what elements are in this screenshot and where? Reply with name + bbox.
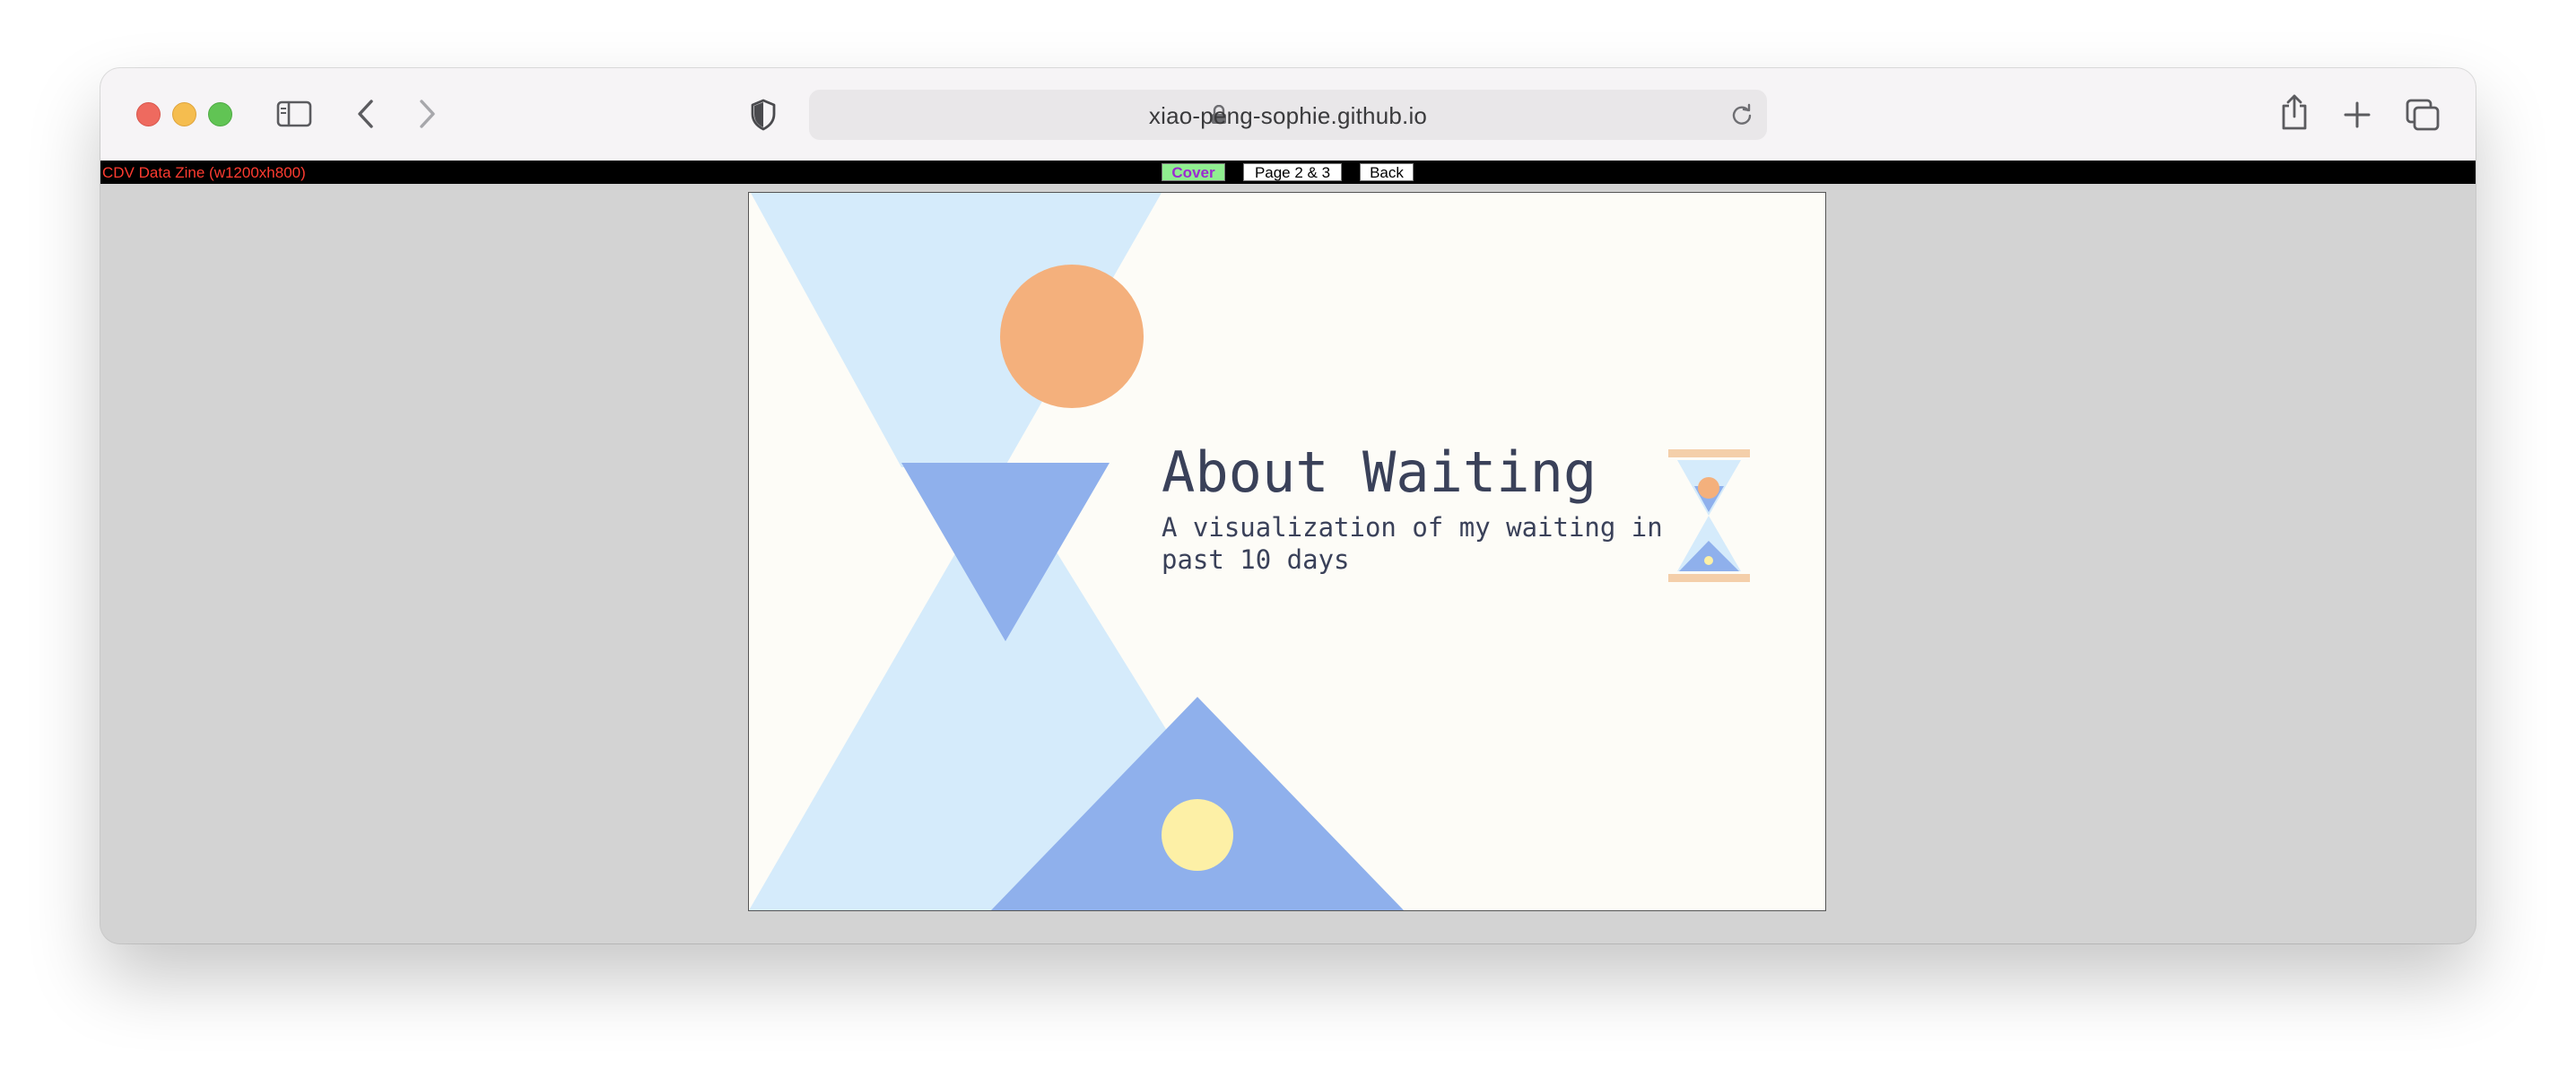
address-bar[interactable]: xiao-peng-sophie.github.io bbox=[809, 90, 1767, 140]
back-arrow-icon[interactable] bbox=[355, 99, 377, 129]
yellow-circle bbox=[1162, 799, 1233, 871]
close-window-button[interactable] bbox=[136, 102, 161, 126]
browser-window: xiao-peng-sophie.github.io CDV Data Zine… bbox=[100, 68, 2476, 943]
cover-title: About Waiting bbox=[1162, 439, 1597, 505]
share-icon[interactable] bbox=[2280, 93, 2309, 131]
orange-circle bbox=[1000, 265, 1144, 408]
url-text: xiao-peng-sophie.github.io bbox=[1148, 102, 1428, 129]
browser-toolbar: xiao-peng-sophie.github.io bbox=[100, 68, 2476, 161]
shield-icon[interactable] bbox=[750, 99, 777, 131]
reload-icon[interactable] bbox=[1729, 102, 1754, 127]
pages-2-3-button[interactable]: Page 2 & 3 bbox=[1243, 163, 1342, 181]
sidebar-icon[interactable] bbox=[276, 100, 312, 127]
zine-label: CDV Data Zine (w1200xh800) bbox=[102, 164, 306, 181]
new-tab-icon[interactable] bbox=[2343, 100, 2371, 129]
cover-subtitle: A visualization of my waiting in past 10… bbox=[1162, 512, 1663, 575]
zoom-window-button[interactable] bbox=[208, 102, 232, 126]
zine-navigation-bar: CDV Data Zine (w1200xh800) Cover Page 2 … bbox=[100, 161, 2476, 184]
tabs-overview-icon[interactable] bbox=[2406, 99, 2440, 131]
minimize-window-button[interactable] bbox=[172, 102, 196, 126]
forward-arrow-icon[interactable] bbox=[416, 99, 438, 129]
cover-button[interactable]: Cover bbox=[1162, 163, 1225, 181]
zine-cover-page: About Waiting A visualization of my wait… bbox=[748, 192, 1826, 911]
back-button[interactable]: Back bbox=[1360, 163, 1414, 181]
hourglass-icon bbox=[1668, 449, 1750, 582]
